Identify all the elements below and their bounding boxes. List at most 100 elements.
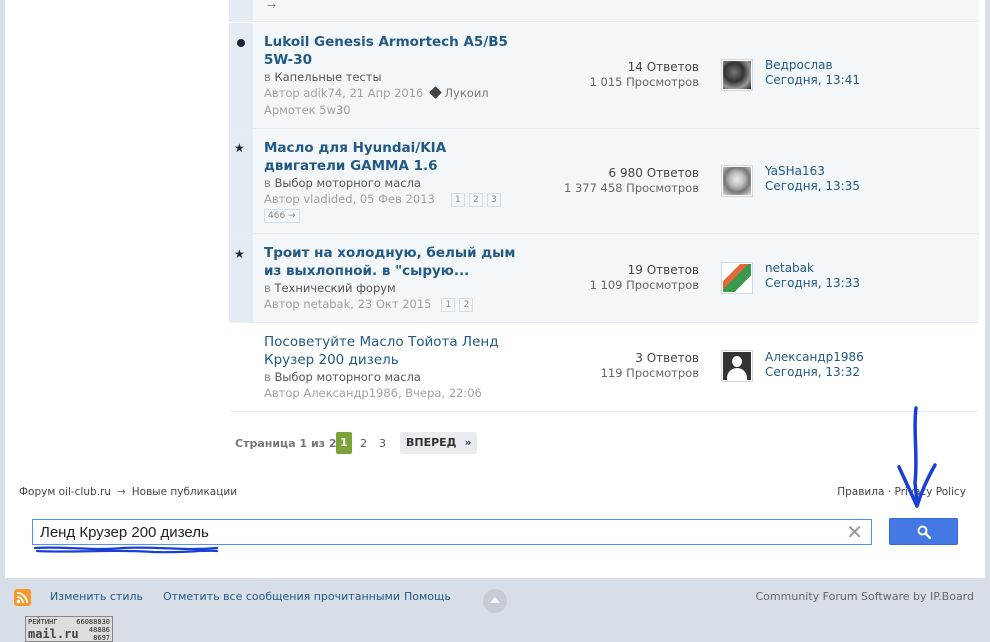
topic-row: ★ Троит на холодную, белый дым из выхлоп… xyxy=(229,234,979,323)
footer: Изменить стиль Отметить все сообщения пр… xyxy=(0,580,990,642)
page-current[interactable]: 1 xyxy=(336,432,352,454)
rss-icon[interactable] xyxy=(14,589,31,606)
forum-link[interactable]: Выбор моторного масла xyxy=(274,176,421,190)
breadcrumb-arrow: → xyxy=(116,486,126,498)
forum-link[interactable]: Выбор моторного масла xyxy=(274,370,421,384)
last-post-user[interactable]: Ведрослав xyxy=(765,58,860,73)
page-indicator: Страница 1 из 21 xyxy=(235,437,345,450)
counter-number: 8697 xyxy=(93,634,110,642)
help-link[interactable]: Помощь xyxy=(404,590,451,603)
last-post: Александр1986 Сегодня, 13:32 xyxy=(765,350,864,380)
search-box[interactable]: ✕ xyxy=(32,519,872,545)
avatar[interactable] xyxy=(721,165,753,197)
last-post: netabak Сегодня, 13:33 xyxy=(765,261,860,291)
last-post-user[interactable]: YaSHa163 xyxy=(765,164,860,179)
page-content: → Lukoil Genesis Armortech A5/B5 5W-30 в… xyxy=(5,0,985,578)
topic-author[interactable]: Автор vladided, 05 Фев 2013 xyxy=(264,192,435,206)
last-post-user[interactable]: Александр1986 xyxy=(765,350,864,365)
topic-marker: ★ xyxy=(229,234,253,322)
breadcrumb-forum[interactable]: Форум oil-club.ru xyxy=(19,486,111,498)
topic-title[interactable]: Масло для Hyundai/KIA двигатели GAMMA 1.… xyxy=(264,139,524,175)
reply-count: 3 Ответов xyxy=(635,351,699,365)
topic-forum: в Выбор моторного масла xyxy=(264,370,421,384)
page-link[interactable]: 3 xyxy=(486,193,501,207)
topic-title[interactable]: Посоветуйте Масло Тойота Ленд Крузер 200… xyxy=(264,333,524,369)
mark-all-read-link[interactable]: Отметить все сообщения прочитанными xyxy=(163,590,400,603)
star-icon[interactable]: ★ xyxy=(234,248,245,260)
topic-title[interactable]: Троит на холодную, белый дым из выхлопно… xyxy=(264,244,524,280)
rules-link[interactable]: Правила xyxy=(837,486,884,498)
page-link[interactable]: 2 xyxy=(468,193,483,207)
topic-stats: 14 Ответов 1 015 Просмотров xyxy=(590,60,699,90)
topic-forum: в Выбор моторного масла xyxy=(264,176,421,190)
view-count: 1 377 458 Просмотров xyxy=(563,181,699,195)
last-page-button[interactable]: » xyxy=(459,432,477,454)
topic-tag[interactable]: Армотек 5w30 xyxy=(264,103,351,117)
forum-link[interactable]: Технический форум xyxy=(274,281,395,295)
forum-link[interactable]: Капельные тесты xyxy=(274,70,381,84)
annotation-underline xyxy=(33,546,219,554)
left-column xyxy=(5,0,225,465)
view-count: 1 109 Просмотров xyxy=(589,278,699,292)
reply-count: 6 980 Ответов xyxy=(608,166,699,180)
page-link[interactable]: 2 xyxy=(459,298,474,312)
page-link[interactable]: 1 xyxy=(450,193,465,207)
avatar[interactable] xyxy=(721,350,753,382)
forum-prefix: в xyxy=(264,281,271,295)
counter-numbers: 66088830 48886 8697 xyxy=(76,618,110,642)
star-icon[interactable]: ★ xyxy=(234,142,245,154)
last-post: Ведрослав Сегодня, 13:41 xyxy=(765,58,860,88)
topic-row-partial: → xyxy=(229,0,979,22)
page-link[interactable]: 3 xyxy=(379,437,386,450)
search-button[interactable] xyxy=(889,518,958,545)
separator: · xyxy=(887,486,892,498)
page-link[interactable]: 2 xyxy=(360,437,367,450)
counter-number: 66088830 xyxy=(76,618,110,626)
last-post-user[interactable]: netabak xyxy=(765,261,860,276)
rating-counter[interactable]: РЕЙТИНГ mail.ru 66088830 48886 8697 xyxy=(25,616,113,642)
powered-by[interactable]: Community Forum Software by IP.Board xyxy=(756,590,975,603)
last-post-time[interactable]: Сегодня, 13:32 xyxy=(765,365,864,380)
forum-prefix: в xyxy=(264,176,271,190)
topic-author-line: Автор netabak, 23 Окт 2015 1 2 xyxy=(264,297,474,312)
topic-stats: 19 Ответов 1 109 Просмотров xyxy=(590,263,699,293)
back-to-top-button[interactable] xyxy=(483,589,507,613)
topic-tag[interactable]: Лукоил xyxy=(444,86,488,100)
last-post-time[interactable]: Сегодня, 13:33 xyxy=(765,276,860,291)
topic-author-line: Автор vladided, 05 Фев 2013 1 2 3 xyxy=(264,192,501,207)
topic-marker xyxy=(229,0,253,21)
topic-author[interactable]: Автор adik74, 21 Апр 2016 xyxy=(264,86,423,100)
next-page-button[interactable]: ВПЕРЕД xyxy=(400,432,463,454)
topic-marker: ★ xyxy=(229,129,253,233)
topic-row: Lukoil Genesis Armortech A5/B5 5W-30 в К… xyxy=(229,23,979,129)
topic-author[interactable]: Автор Александр1986, Вчера, 22:06 xyxy=(264,386,482,400)
annotation-arrow xyxy=(897,406,937,508)
topic-marker xyxy=(229,23,253,128)
topic-title[interactable]: Lukoil Genesis Armortech A5/B5 5W-30 xyxy=(264,33,524,69)
avatar[interactable] xyxy=(721,262,753,294)
topic-author-line: Автор adik74, 21 Апр 2016 Лукоил xyxy=(264,86,489,100)
page-link-last[interactable]: 466 → xyxy=(264,209,300,223)
tag-icon xyxy=(429,86,443,99)
last-post-time[interactable]: Сегодня, 13:35 xyxy=(765,179,860,194)
reply-count: 19 Ответов xyxy=(627,263,699,277)
page-link[interactable]: 1 xyxy=(441,298,456,312)
change-style-link[interactable]: Изменить стиль xyxy=(50,590,143,603)
topic-author[interactable]: Автор netabak, 23 Окт 2015 xyxy=(264,297,431,311)
search-input[interactable] xyxy=(33,520,833,544)
topic-row: Посоветуйте Масло Тойота Ленд Крузер 200… xyxy=(229,323,979,412)
arrow-up-icon xyxy=(490,597,500,603)
clear-icon[interactable]: ✕ xyxy=(846,521,863,543)
breadcrumb: Форум oil-club.ru → Новые публикации xyxy=(19,486,237,498)
last-post: YaSHa163 Сегодня, 13:35 xyxy=(765,164,860,194)
last-post-time[interactable]: Сегодня, 13:41 xyxy=(765,73,860,88)
forum-prefix: в xyxy=(264,370,271,384)
avatar[interactable] xyxy=(721,59,753,91)
topic-pages-more[interactable]: → xyxy=(264,0,279,14)
breadcrumb-section[interactable]: Новые публикации xyxy=(132,486,237,498)
topic-row: ★ Масло для Hyundai/KIA двигатели GAMMA … xyxy=(229,129,979,234)
unread-dot-icon[interactable] xyxy=(237,39,245,47)
counter-label: РЕЙТИНГ xyxy=(28,618,58,626)
topic-forum: в Технический форум xyxy=(264,281,396,295)
forum-prefix: в xyxy=(264,70,271,84)
